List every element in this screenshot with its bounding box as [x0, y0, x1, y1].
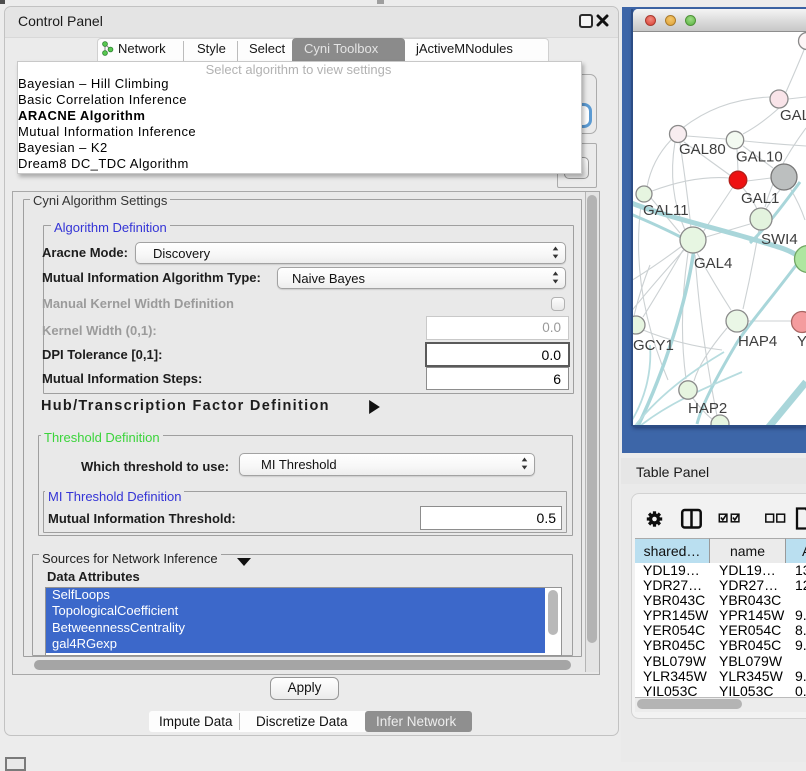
svg-text:GAL10: GAL10 — [736, 149, 783, 166]
svg-text:GAL4: GAL4 — [694, 255, 732, 272]
svg-text:HAP2: HAP2 — [688, 400, 727, 417]
svg-text:SWI4: SWI4 — [761, 231, 798, 248]
svg-text:GAL11: GAL11 — [643, 202, 689, 219]
svg-text:Y: Y — [797, 333, 806, 350]
svg-text:GAL: GAL — [780, 107, 806, 124]
svg-text:GAL1: GAL1 — [741, 190, 779, 207]
svg-text:GCY1: GCY1 — [633, 337, 674, 354]
svg-text:HAP4: HAP4 — [738, 333, 777, 350]
svg-text:GAL80: GAL80 — [679, 141, 726, 158]
